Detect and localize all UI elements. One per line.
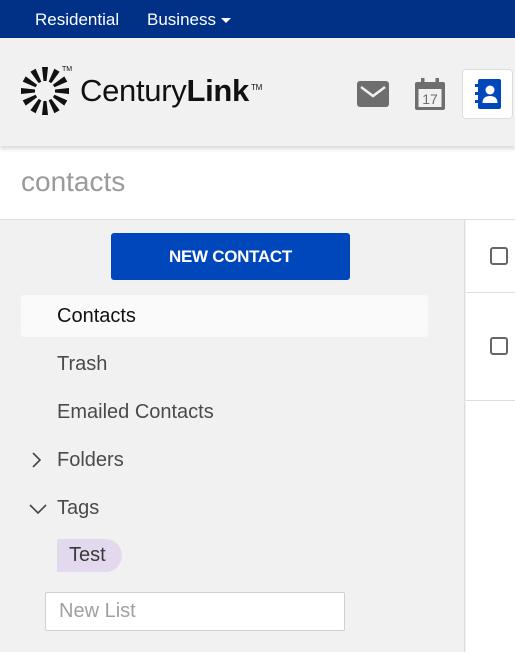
list-item[interactable] [466, 293, 515, 401]
sidebar-item-emailed-contacts[interactable]: Emailed Contacts [21, 391, 428, 433]
brand-name: CenturyLink TM [80, 73, 262, 109]
sidebar-item-contacts[interactable]: Contacts [21, 295, 428, 337]
top-navigation-bar: Residential Business [0, 0, 515, 38]
sidebar-item-label: Folders [57, 448, 124, 471]
contact-list [466, 220, 515, 652]
address-book-icon [474, 79, 501, 109]
calendar-app-button[interactable]: 17 [405, 70, 455, 118]
brand-name-light: Century [80, 73, 187, 108]
business-menu[interactable]: Business [147, 10, 231, 30]
tag-label: Test [69, 544, 106, 566]
sidebar-item-tags[interactable]: Tags [21, 487, 428, 529]
select-checkbox[interactable] [490, 247, 508, 265]
contacts-app-button[interactable] [462, 69, 513, 119]
mail-app-button[interactable] [348, 70, 398, 118]
starburst-logo-icon [21, 67, 69, 115]
new-list-input[interactable] [45, 592, 345, 631]
contacts-sidebar: NEW CONTACT Contacts Trash Emailed Conta… [0, 220, 465, 652]
sidebar-item-folders[interactable]: Folders [21, 439, 428, 481]
residential-link[interactable]: Residential [35, 10, 119, 30]
app-header: TM CenturyLink TM 17 [0, 38, 515, 146]
page-title: contacts [21, 166, 126, 197]
sidebar-item-label: Trash [57, 352, 108, 375]
new-contact-button[interactable]: NEW CONTACT [111, 233, 350, 280]
centurylink-logo[interactable]: TM CenturyLink TM [20, 66, 262, 116]
business-label: Business [147, 10, 216, 29]
logo-trademark: TM [62, 66, 73, 73]
sidebar-item-label: Tags [57, 496, 100, 519]
sidebar-item-trash[interactable]: Trash [21, 343, 428, 385]
calendar-icon: 17 [415, 78, 445, 110]
sidebar-item-label: Emailed Contacts [57, 400, 214, 423]
brand-trademark: TM [250, 82, 262, 92]
select-checkbox[interactable] [490, 337, 508, 355]
brand-name-bold: Link [186, 73, 249, 108]
sidebar-item-label: Contacts [57, 304, 136, 327]
chevron-down-icon[interactable] [29, 503, 47, 515]
calendar-day: 17 [422, 91, 438, 107]
page-title-bar: contacts [0, 146, 515, 220]
chevron-right-icon[interactable] [29, 452, 43, 468]
tag-test[interactable]: Test [57, 539, 122, 572]
list-item[interactable] [466, 220, 515, 293]
envelope-icon [357, 81, 389, 107]
caret-down-icon [220, 18, 231, 24]
